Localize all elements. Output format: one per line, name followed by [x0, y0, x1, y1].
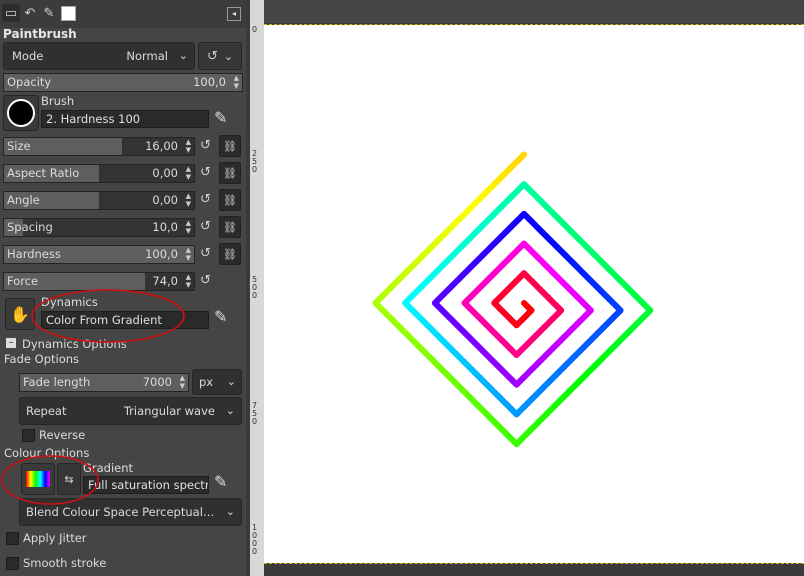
canvas-top-strip: [264, 0, 804, 23]
annotation-overlay: [1, 289, 185, 505]
ruler-mark-250: 2 5 0: [252, 149, 258, 174]
layer-boundary-bottom: [264, 563, 804, 564]
ruler-mark-1000: 1 0 0 0: [252, 523, 258, 556]
dynamics-annotation-circle: [31, 289, 185, 343]
gradient-annotation-circle: [1, 455, 99, 505]
spiral-drawing: [372, 151, 654, 448]
image-canvas[interactable]: [264, 25, 804, 563]
ruler-mark-500: 5 0 0: [252, 275, 258, 300]
ruler-mark-750: 7 5 0: [252, 401, 258, 426]
tool-options-panel: ▭ ↶ ✎ ◂ Paintbrush Mode Normal ⌄ ↺ ⌄ Opac…: [0, 0, 246, 576]
layer-boundary-top: [264, 24, 804, 25]
spiral-stroke-segment: [518, 151, 527, 161]
ruler-mark-0: 0: [252, 25, 258, 34]
vertical-ruler[interactable]: 0 2 5 0 5 0 0 7 5 0 1 0 0 0: [250, 0, 264, 576]
